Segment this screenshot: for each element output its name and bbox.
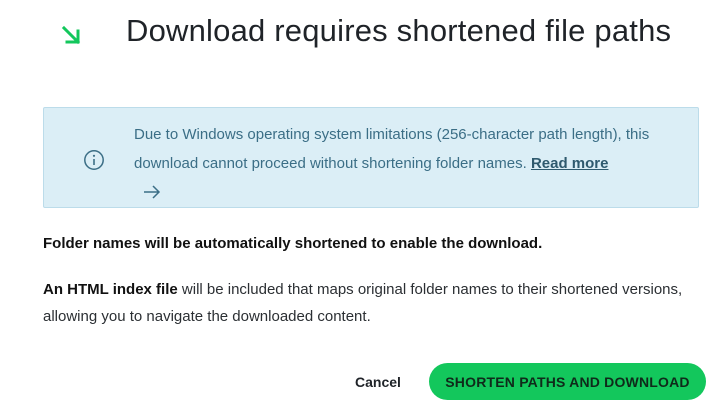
cancel-button[interactable]: Cancel: [340, 365, 416, 399]
index-file-description: An HTML index file will be included that…: [43, 276, 693, 330]
index-file-bold: An HTML index file: [43, 281, 178, 298]
info-icon: [84, 150, 104, 170]
dialog-title: Download requires shortened file paths: [126, 13, 672, 48]
shorten-notice: Folder names will be automatically short…: [43, 235, 543, 252]
info-banner: Due to Windows operating system limitati…: [43, 107, 699, 208]
read-more-link[interactable]: Read more: [531, 155, 609, 172]
dialog-header: Download requires shortened file paths: [0, 0, 721, 70]
read-more-arrow-row: [134, 178, 694, 206]
info-message: Due to Windows operating system limitati…: [134, 121, 694, 206]
arrow-down-right-icon: [61, 25, 81, 45]
arrow-right-icon[interactable]: [142, 182, 162, 202]
shorten-paths-download-button[interactable]: SHORTEN PATHS AND DOWNLOAD: [429, 363, 706, 400]
